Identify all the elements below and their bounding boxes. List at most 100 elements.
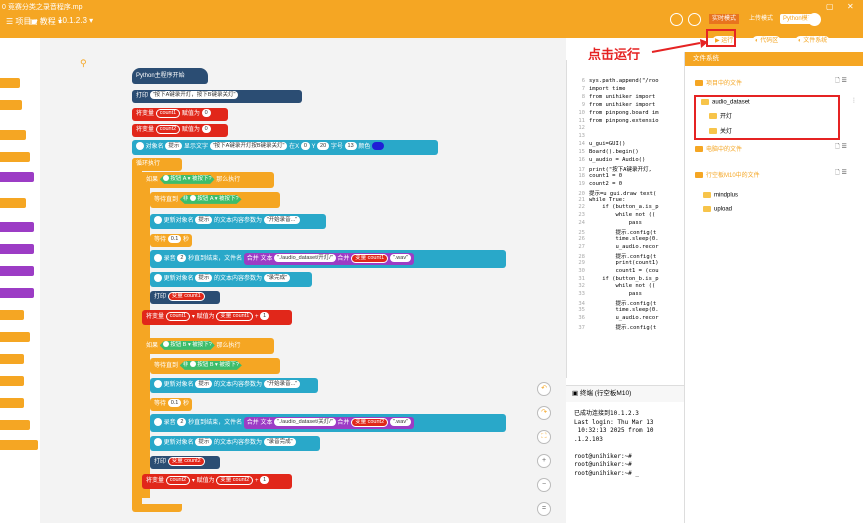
update-text-block[interactable]: 更新对象名 提示 的文本内容参数为 "开始录音..." <box>150 214 326 229</box>
code-line[interactable]: 6 sys.path.append("/roo <box>567 78 685 86</box>
fit-icon[interactable]: ⛶ <box>537 430 551 444</box>
print-block[interactable]: 打印 变量 count2 <box>150 456 220 469</box>
palette-block[interactable] <box>0 100 22 110</box>
palette-block[interactable] <box>0 130 26 140</box>
palette-block[interactable] <box>0 332 30 342</box>
code-line[interactable]: 7 import time <box>567 86 685 94</box>
pin-icon[interactable]: ⚲ <box>80 58 87 69</box>
folder-mindplus[interactable]: mindplus <box>703 192 738 199</box>
palette-block[interactable] <box>0 222 34 232</box>
update-text-block[interactable]: 更新对象名 提示 的文本内容参数为 "录音完成" <box>150 436 320 451</box>
code-line[interactable]: 32 while not (( <box>567 283 685 291</box>
code-line[interactable]: 29 print(count1) <box>567 260 685 268</box>
palette-block[interactable] <box>0 172 34 182</box>
code-line[interactable]: 21 while True: <box>567 197 685 205</box>
code-line[interactable]: 17 print("按下A键录开灯, <box>567 165 685 173</box>
code-line[interactable]: 33 pass <box>567 291 685 299</box>
zoom-in-icon[interactable]: + <box>537 454 551 468</box>
code-line[interactable]: 27 u_audio.recor <box>567 244 685 252</box>
block-workspace[interactable]: ⚲ Python主程序开始 打印 "按下A键录开灯，按下B键录关灯" 将变量 c… <box>40 38 566 523</box>
palette-block[interactable] <box>0 244 34 254</box>
set-count2-block[interactable]: 将变量 count2 赋值为 0 <box>132 124 228 137</box>
code-panel[interactable]: 6 sys.path.append("/roo 7 import time 8 from … <box>566 60 684 378</box>
code-line[interactable]: 36 u_audio.recor <box>567 315 685 323</box>
palette-block[interactable] <box>0 420 30 430</box>
palette-block[interactable] <box>0 266 34 276</box>
palette-block[interactable] <box>0 198 26 208</box>
increment-count1-block[interactable]: 将变量 count1 ▾ 赋值为 变量 count1 + 1 <box>142 310 292 325</box>
code-line[interactable]: 15 Board().begin() <box>567 149 685 157</box>
computer-files-section[interactable]: 电脑中的文件 <box>695 144 742 153</box>
palette-block[interactable] <box>0 354 24 364</box>
mode-realtime-button[interactable]: 实时模式 <box>709 14 740 24</box>
record-audio-block[interactable]: 录音 2 秒直到结束，文件名 合并 文本 "./audio_dataset/开灯… <box>150 250 506 268</box>
code-area-button[interactable]: ◐ 代码区 <box>752 36 782 47</box>
terminal-panel[interactable]: ▣ 终端 (行空板M10) 已成功连接到10.1.2.3 Last login: … <box>566 385 684 523</box>
file-actions-icon[interactable]: 🗋 ☰ <box>835 142 847 152</box>
code-line[interactable]: 11 from pinpong.extensio <box>567 118 685 126</box>
code-line[interactable]: 18 count1 = 0 <box>567 173 685 181</box>
connection-select[interactable]: 10.1.2.3 ▾ <box>58 16 93 25</box>
set-count1-block[interactable]: 将变量 count1 赋值为 0 <box>132 108 228 121</box>
palette-block[interactable] <box>0 376 24 386</box>
draw-text-block[interactable]: 对象名 提示 显示文字 "按下A键录开灯按B键录关灯" 在X 0 Y 20 字号… <box>132 140 438 155</box>
color-swatch[interactable] <box>372 142 385 151</box>
code-line[interactable]: 9 from unihiker import <box>567 102 685 110</box>
code-line[interactable]: 14 u_gui=GUI() <box>567 141 685 149</box>
file-system-button[interactable]: ◐ 文件系统 <box>795 36 831 47</box>
code-line[interactable]: 23 while not (( <box>567 212 685 220</box>
code-line[interactable]: 31 if (button_b.is_p <box>567 276 685 284</box>
code-line[interactable]: 19 count2 = 0 <box>567 181 685 189</box>
palette-block[interactable] <box>0 78 20 88</box>
folder-upload[interactable]: upload <box>703 206 732 213</box>
palette-block[interactable] <box>0 152 30 162</box>
update-text-block[interactable]: 更新对象名 提示 的文本内容参数为 "录完成" <box>150 272 312 287</box>
new-file-icon[interactable]: 🗋 ☰ <box>835 76 847 86</box>
code-line[interactable]: 20 提示=u_gui.draw_text( <box>567 189 685 197</box>
record-audio-block[interactable]: 录音 2 秒直到结束，文件名 合并 文本 "./audio_dataset/关灯… <box>150 414 506 432</box>
palette-block[interactable] <box>0 288 34 298</box>
code-line[interactable]: 10 from pinpong.board im <box>567 110 685 118</box>
code-line[interactable]: 8 from unihiker import <box>567 94 685 102</box>
code-line[interactable]: 24 pass <box>567 220 685 228</box>
robot-icon[interactable] <box>670 13 683 26</box>
increment-count2-block[interactable]: 将变量 count2 ▾ 赋值为 变量 count2 + 1 <box>142 474 292 489</box>
code-line[interactable]: 22 if (button_a.is_p <box>567 204 685 212</box>
file-actions-icon[interactable]: 🗋 ☰ <box>835 168 847 178</box>
settings-icon[interactable] <box>688 13 701 26</box>
reset-zoom-icon[interactable]: = <box>537 502 551 516</box>
wait-until-b-block[interactable]: 等待直到 非 按钮 B ▾ 被按下? <box>150 358 280 374</box>
palette-block[interactable] <box>0 310 24 320</box>
if-b-block[interactable]: 如果 按钮 B ▾ 被按下? 那么执行 <box>142 338 274 354</box>
code-line[interactable]: 30 count1 = (cou <box>567 268 685 276</box>
board-files-section[interactable]: 行空板M10中的文件 <box>695 170 760 179</box>
wait-block[interactable]: 等待 0.1 秒 <box>150 234 192 247</box>
code-line[interactable]: 12 <box>567 125 685 133</box>
if-a-block[interactable]: 如果 按钮 A ▾ 被按下? 那么执行 <box>142 172 274 188</box>
program-start-block[interactable]: Python主程序开始 <box>132 68 208 84</box>
redo-icon[interactable]: ↷ <box>537 406 551 420</box>
print-block[interactable]: 打印 "按下A键录开灯，按下B键录关灯" <box>132 90 302 103</box>
code-line[interactable]: 34 提示.config(t <box>567 299 685 307</box>
zoom-out-icon[interactable]: − <box>537 478 551 492</box>
forever-loop-block[interactable]: 循环执行 <box>132 158 182 171</box>
more-icon[interactable]: ⋮ <box>851 97 857 104</box>
project-files-section[interactable]: 项目中的文件 <box>695 78 742 87</box>
print-block[interactable]: 打印 变量 count1 <box>150 291 220 304</box>
wait-until-a-block[interactable]: 等待直到 非 按钮 A ▾ 被按下? <box>150 192 280 208</box>
code-line[interactable]: 16 u_audio = Audio() <box>567 157 685 165</box>
palette-block[interactable] <box>0 440 38 450</box>
palette-block[interactable] <box>0 398 24 408</box>
code-line[interactable]: 28 提示.config(t <box>567 252 685 260</box>
code-line[interactable]: 37 提示.config(t <box>567 323 685 331</box>
avatar[interactable] <box>808 13 821 26</box>
maximize-icon[interactable]: ▢ <box>826 2 834 11</box>
close-icon[interactable]: ✕ <box>847 2 854 11</box>
code-line[interactable]: 25 提示.config(t <box>567 228 685 236</box>
mode-upload-button[interactable]: 上传模式 <box>746 14 776 24</box>
undo-icon[interactable]: ↶ <box>537 382 551 396</box>
code-line[interactable]: 26 time.sleep(0. <box>567 236 685 244</box>
code-line[interactable]: 35 time.sleep(0. <box>567 307 685 315</box>
update-text-block[interactable]: 更新对象名 提示 的文本内容参数为 "开始录音..." <box>150 378 318 393</box>
wait-block[interactable]: 等待 0.1 秒 <box>150 398 192 411</box>
